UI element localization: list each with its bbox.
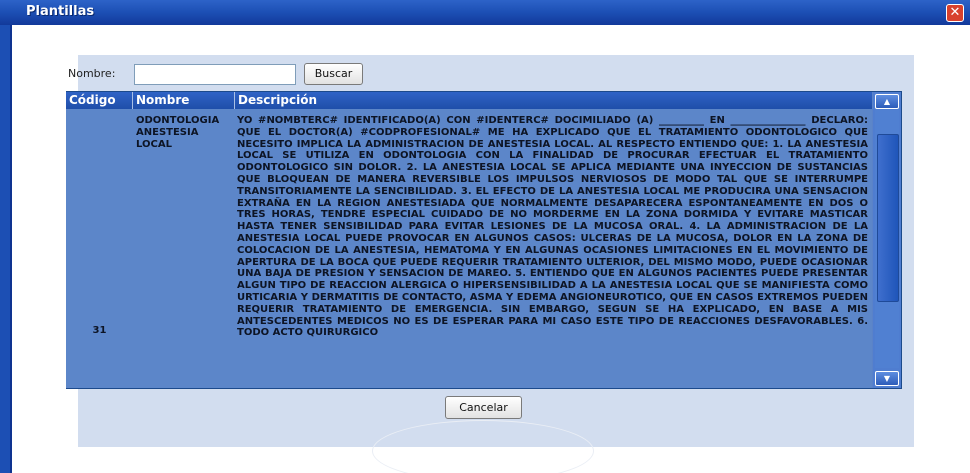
table-row[interactable]: 31 ODONTOLOGIA ANESTESIA LOCAL YO #NOMBT… bbox=[66, 109, 872, 388]
column-header-descripcion[interactable]: Descripción bbox=[235, 92, 872, 109]
background-logo bbox=[372, 420, 594, 473]
nombre-search-input[interactable] bbox=[134, 64, 296, 85]
search-button[interactable]: Buscar bbox=[304, 63, 363, 85]
grid-header: Código Nombre Descripción bbox=[66, 92, 872, 109]
window-titlebar: Plantillas ✕ bbox=[0, 0, 970, 25]
chevron-down-icon[interactable]: ▼ bbox=[875, 371, 899, 386]
nombre-label: Nombre: bbox=[68, 67, 116, 80]
column-header-codigo[interactable]: Código bbox=[66, 92, 133, 109]
cancel-button[interactable]: Cancelar bbox=[445, 396, 522, 419]
close-icon[interactable]: ✕ bbox=[946, 4, 964, 22]
window-title: Plantillas bbox=[26, 4, 95, 19]
scrollbar-track[interactable] bbox=[875, 110, 899, 368]
column-header-nombre[interactable]: Nombre bbox=[133, 92, 235, 109]
grid-scrollbar[interactable]: ▲ ▼ bbox=[873, 92, 901, 388]
row-codigo: 31 bbox=[92, 325, 107, 336]
scrollbar-thumb[interactable] bbox=[877, 134, 899, 302]
row-nombre: ODONTOLOGIA ANESTESIA LOCAL bbox=[136, 115, 220, 150]
row-descripcion: YO #NOMBTERC# IDENTIFICADO(A) CON #IDENT… bbox=[237, 115, 868, 339]
chevron-up-icon[interactable]: ▲ bbox=[875, 94, 899, 109]
